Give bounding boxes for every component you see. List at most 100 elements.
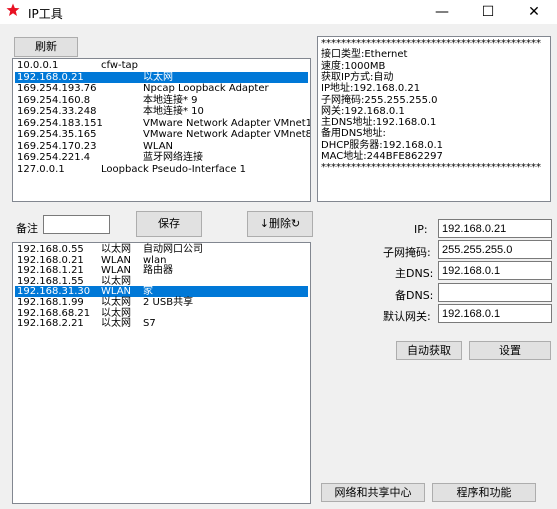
adapter-name: Loopback Pseudo-Interface 1 — [101, 163, 247, 175]
primary-dns-field[interactable] — [438, 261, 552, 280]
saved-interface: 以太网 — [101, 297, 131, 308]
info-line: 网关:192.168.0.1 — [321, 105, 405, 117]
programs-button[interactable]: 程序和功能 — [432, 483, 536, 502]
saved-config-row[interactable]: 192.168.31.30 WLAN 家 — [15, 286, 308, 298]
adapter-ip: 192.168.0.21 — [17, 71, 84, 83]
saved-config-row[interactable]: 192.168.0.55 以太网 自动网口公司 — [15, 244, 308, 255]
title-bar[interactable]: IP工具 — ☐ ✕ — [0, 0, 557, 24]
adapter-row[interactable]: 169.254.221.4 蓝牙网络连接 — [15, 152, 308, 163]
saved-config-list[interactable]: 192.168.0.55 以太网 自动网口公司 192.168.0.21 WLAN wla… — [12, 242, 311, 504]
saved-config-row[interactable]: 192.168.0.21 WLAN wlan — [15, 255, 308, 266]
saved-note: 自动网口公司 — [143, 244, 203, 255]
adapter-info-panel: ****************************************… — [317, 36, 551, 202]
adapter-name: 本地连接* 9 — [143, 94, 198, 106]
info-line: ****************************************… — [321, 38, 541, 49]
adapter-row[interactable]: 192.168.0.21 以太网 — [15, 71, 308, 83]
ip-field[interactable] — [438, 219, 552, 238]
saved-ip: 192.168.2.21 — [17, 318, 84, 330]
info-line: DHCP服务器:192.168.0.1 — [321, 139, 444, 151]
adapter-name: WLAN — [143, 140, 174, 152]
saved-interface: 以太网 — [101, 275, 131, 287]
saved-interface: WLAN — [101, 286, 132, 298]
secondary-dns-field[interactable] — [438, 283, 552, 302]
saved-config-row[interactable]: 192.168.1.21 WLAN 路由器 — [15, 265, 308, 276]
saved-interface: WLAN — [101, 265, 132, 277]
adapter-row[interactable]: 169.254.160.8 本地连接* 9 — [15, 95, 308, 106]
adapter-row[interactable]: 10.0.0.1 cfw-tap — [15, 60, 308, 71]
adapter-row[interactable]: 169.254.33.248 本地连接* 10 — [15, 106, 308, 117]
saved-interface: 以太网 — [101, 307, 131, 319]
adapter-row[interactable]: 169.254.183.151 VMware Network Adapter VM… — [15, 117, 311, 129]
saved-config-row[interactable]: 192.168.2.21 以太网 S7 — [15, 318, 308, 329]
saved-note: 路由器 — [143, 265, 173, 277]
note-label: 备注 — [16, 222, 38, 235]
saved-ip: 192.168.68.21 — [17, 307, 91, 319]
saved-interface: 以太网 — [101, 244, 131, 255]
saved-config-row[interactable]: 192.168.68.21 以太网 — [15, 308, 308, 319]
adapter-name: cfw-tap — [101, 60, 139, 71]
saved-note: S7 — [143, 318, 156, 330]
set-button[interactable]: 设置 — [469, 341, 551, 360]
adapter-name: 本地连接* 10 — [143, 106, 204, 117]
adapter-row[interactable]: 127.0.0.1 Loopback Pseudo-Interface 1 — [15, 164, 308, 175]
saved-ip: 192.168.1.55 — [17, 275, 84, 287]
delete-button[interactable]: ↓删除↻ — [247, 211, 313, 237]
gateway-label: 默认网关: — [383, 310, 431, 323]
adapter-ip: 169.254.221.4 — [17, 152, 91, 163]
saved-config-row[interactable]: 192.168.1.55 以太网 — [15, 276, 308, 287]
close-button[interactable]: ✕ — [511, 0, 557, 24]
adapter-row[interactable]: 169.254.193.76 Npcap Loopback Adapter — [15, 83, 308, 94]
adapter-name: 以太网 — [143, 71, 173, 83]
info-line: ****************************************… — [321, 162, 541, 174]
window-title: IP工具 — [28, 7, 63, 21]
adapter-name: Npcap Loopback Adapter — [143, 83, 269, 94]
adapter-ip: 169.254.183.151 — [17, 117, 103, 129]
adapter-name: VMware Network Adapter VMnet8 — [143, 129, 311, 140]
saved-config-row[interactable]: 192.168.1.99 以太网 2 USB共享 — [15, 297, 308, 308]
mask-label: 子网掩码: — [383, 246, 431, 259]
saved-note: 2 USB共享 — [143, 297, 194, 308]
ip-label: IP: — [414, 223, 428, 236]
info-line: IP地址:192.168.0.21 — [321, 83, 421, 95]
info-line: MAC地址:244BFE862297 — [321, 151, 443, 162]
adapter-row[interactable]: 169.254.35.165 VMware Network Adapter VMn… — [15, 129, 311, 140]
adapter-list[interactable]: 10.0.0.1 cfw-tap 192.168.0.21 以太网 169.254.19… — [12, 58, 311, 202]
adapter-ip: 169.254.193.76 — [17, 83, 97, 94]
save-button[interactable]: 保存 — [136, 211, 202, 237]
star-icon — [6, 3, 20, 16]
info-line: 主DNS地址:192.168.0.1 — [321, 117, 437, 129]
info-line: 接口类型:Ethernet — [321, 49, 408, 61]
saved-interface: 以太网 — [101, 318, 131, 330]
saved-note: wlan — [143, 254, 167, 266]
adapter-name: 蓝牙网络连接 — [143, 152, 203, 163]
adapter-ip: 169.254.35.165 — [17, 129, 97, 140]
dns1-label: 主DNS: — [395, 267, 434, 280]
adapter-ip: 127.0.0.1 — [17, 163, 65, 175]
gateway-field[interactable] — [438, 304, 552, 323]
saved-ip: 192.168.1.21 — [17, 265, 84, 277]
note-input[interactable] — [43, 215, 110, 234]
refresh-button[interactable]: 刷新 — [14, 37, 78, 57]
minimize-button[interactable]: — — [419, 0, 465, 24]
saved-ip: 192.168.31.30 — [17, 286, 91, 298]
auto-obtain-button[interactable]: 自动获取 — [396, 341, 462, 360]
adapter-ip: 10.0.0.1 — [17, 60, 59, 71]
adapter-ip: 169.254.160.8 — [17, 94, 91, 106]
adapter-name: VMware Network Adapter VMnet1 — [143, 117, 311, 129]
info-line: 速度:1000MB — [321, 60, 386, 72]
maximize-button[interactable]: ☐ — [465, 0, 511, 24]
adapter-ip: 169.254.33.248 — [17, 106, 97, 117]
dns2-label: 备DNS: — [395, 289, 434, 302]
adapter-row[interactable]: 169.254.170.23 WLAN — [15, 141, 308, 152]
saved-note: 家 — [143, 286, 153, 298]
saved-interface: WLAN — [101, 254, 132, 266]
saved-ip: 192.168.1.99 — [17, 297, 84, 308]
info-line: 备用DNS地址: — [321, 128, 386, 140]
saved-ip: 192.168.0.21 — [17, 254, 84, 266]
info-line: 子网掩码:255.255.255.0 — [321, 94, 438, 106]
adapter-ip: 169.254.170.23 — [17, 140, 97, 152]
network-center-button[interactable]: 网络和共享中心 — [321, 483, 425, 502]
info-line: 获取IP方式:自动 — [321, 71, 394, 83]
mask-field[interactable] — [438, 240, 552, 259]
saved-ip: 192.168.0.55 — [17, 244, 84, 255]
